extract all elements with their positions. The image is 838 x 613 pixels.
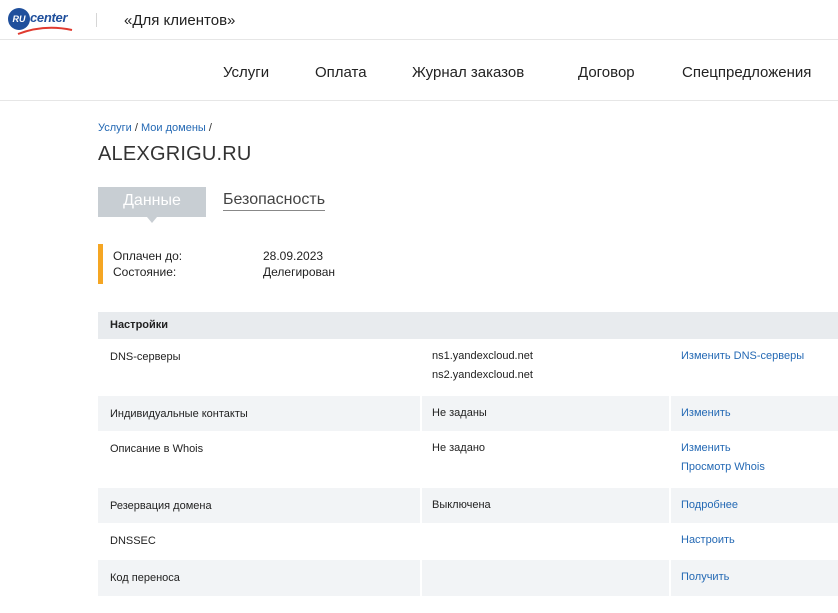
nav-item-contract[interactable]: Договор [578, 64, 635, 81]
cell-divider [669, 396, 671, 431]
nav-item-services[interactable]: Услуги [223, 64, 269, 81]
tab-active-pointer [147, 217, 157, 223]
dns-server-2: ns2.yandexcloud.net [432, 369, 533, 381]
table-row: Резервация домена Выключена Подробнее [98, 488, 838, 523]
setting-name: DNS-серверы [110, 351, 181, 363]
breadcrumb-link-my-domains[interactable]: Мои домены [141, 122, 206, 134]
logo-word: center [30, 10, 68, 25]
whois-actions: Изменить Просмотр Whois [681, 439, 765, 477]
setting-value: Выключена [432, 499, 491, 511]
paid-until-label: Оплачен до: [113, 249, 183, 263]
table-row: DNSSEC Настроить [98, 523, 838, 560]
nav-item-special-offers[interactable]: Спецпредложения [682, 64, 811, 81]
change-whois-link[interactable]: Изменить [681, 439, 765, 458]
breadcrumb-link-services[interactable]: Услуги [98, 122, 132, 134]
settings-table: Настройки DNS-серверы ns1.yandexcloud.ne… [98, 312, 838, 596]
tab-data[interactable]: Данные [98, 187, 206, 217]
setting-name: Код переноса [110, 572, 180, 584]
transfer-code-link[interactable]: Получить [681, 568, 729, 587]
setting-value: ns1.yandexcloud.net ns2.yandexcloud.net [432, 347, 533, 385]
paid-until-value: 28.09.2023 [263, 249, 324, 263]
dns-server-1: ns1.yandexcloud.net [432, 350, 533, 362]
divider [96, 13, 97, 27]
view-whois-link[interactable]: Просмотр Whois [681, 458, 765, 477]
change-dns-link[interactable]: Изменить DNS-серверы [681, 347, 804, 366]
cell-divider [420, 488, 422, 523]
page-title: ALEXGRIGU.RU [98, 143, 252, 165]
top-bar: RU center «Для клиентов» [0, 0, 838, 40]
table-row: Описание в Whois Не задано Изменить Прос… [98, 431, 838, 488]
setting-name: Описание в Whois [110, 443, 204, 455]
setting-name: Резервация домена [110, 500, 212, 512]
breadcrumb-separator: / [134, 122, 138, 134]
table-row: DNS-серверы ns1.yandexcloud.net ns2.yand… [98, 339, 838, 396]
main-nav: Услуги Оплата Журнал заказов Договор Спе… [0, 40, 838, 101]
cell-divider [669, 560, 671, 596]
setting-name: DNSSEC [110, 535, 156, 547]
nav-item-order-log[interactable]: Журнал заказов [412, 64, 524, 81]
nav-item-payment[interactable]: Оплата [315, 64, 367, 81]
setting-value: Не задано [432, 442, 486, 454]
settings-header: Настройки [98, 312, 838, 339]
dnssec-configure-link[interactable]: Настроить [681, 531, 735, 550]
cell-divider [420, 560, 422, 596]
cell-divider [420, 396, 422, 431]
state-label: Состояние: [113, 265, 177, 279]
setting-name: Индивидуальные контакты [110, 408, 248, 420]
cell-divider [669, 488, 671, 523]
state-value: Делегирован [263, 265, 336, 279]
status-accent-bar [98, 244, 103, 284]
change-contacts-link[interactable]: Изменить [681, 404, 731, 423]
breadcrumb-separator: / [208, 122, 212, 134]
tab-security[interactable]: Безопасность [223, 191, 326, 211]
setting-value: Не заданы [432, 407, 487, 419]
table-row: Индивидуальные контакты Не заданы Измени… [98, 396, 838, 431]
logo-swoosh-icon [17, 26, 73, 35]
client-area-title[interactable]: «Для клиентов» [124, 12, 235, 29]
reservation-details-link[interactable]: Подробнее [681, 496, 738, 515]
ru-center-logo[interactable]: RU center [8, 8, 74, 35]
table-row: Код переноса Получить [98, 560, 838, 596]
breadcrumb: Услуги / Мои домены / [98, 122, 212, 134]
